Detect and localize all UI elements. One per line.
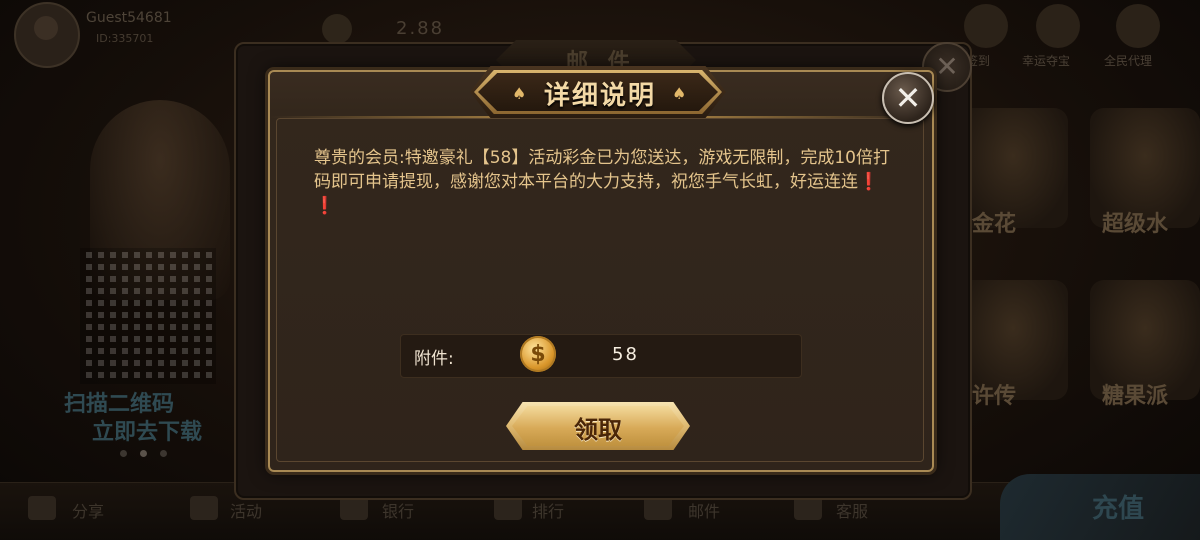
gift-icon[interactable]	[190, 496, 218, 520]
spade-icon: ♠	[512, 84, 527, 103]
calendar-icon	[964, 4, 1008, 48]
gold-coin-icon: $	[520, 336, 556, 372]
guest-name: Guest54681	[86, 10, 172, 26]
share-icon[interactable]	[28, 496, 56, 520]
nav-share[interactable]: 分享	[72, 498, 104, 522]
recharge-label: 充值	[1092, 494, 1145, 524]
download-text: 立即去下载	[92, 420, 203, 445]
balance-value: 2.88	[396, 18, 445, 39]
carousel-dot	[140, 450, 147, 457]
lucky-treasure-label: 幸运夺宝	[1022, 54, 1071, 68]
message-text: 尊贵的会员:特邀豪礼【58】活动彩金已为您送达，游戏无限制，完成10倍打码即可申…	[314, 148, 890, 192]
carousel-dot	[120, 450, 127, 457]
carousel-dot	[160, 450, 167, 457]
nav-mail[interactable]: 邮件	[688, 498, 720, 522]
game-lobby-screen: Guest54681 ID:335701 2.88 签到 幸运夺宝 全民代理 扫…	[0, 0, 1200, 540]
balance-coin-icon	[322, 14, 352, 44]
nav-bank[interactable]: 银行	[382, 498, 414, 522]
agent-crown-icon	[1116, 4, 1160, 48]
nav-ranking[interactable]: 排行	[532, 498, 564, 522]
nav-activity[interactable]: 活动	[230, 498, 262, 522]
dialog-title: 详细说明	[543, 81, 656, 111]
treasure-icon	[1036, 4, 1080, 48]
game-title-shui: 超级水	[1102, 212, 1169, 237]
game-title-candy: 糖果派	[1102, 384, 1169, 409]
carousel-dots	[120, 450, 170, 458]
close-icon[interactable]: ✕	[882, 72, 934, 124]
nav-support[interactable]: 客服	[836, 498, 868, 522]
claim-button-label[interactable]: 领取	[506, 410, 690, 445]
attachment-amount: 58	[612, 344, 639, 365]
player-avatar	[14, 2, 80, 68]
attachment-label: 附件:	[414, 349, 454, 369]
attachment-row	[400, 334, 802, 378]
qr-code	[80, 248, 216, 384]
game-title-xuchuan: 许传	[972, 384, 1017, 409]
agent-label: 全民代理	[1104, 54, 1153, 68]
guest-id: ID:335701	[96, 32, 154, 45]
game-title-jinhua: 金花	[972, 212, 1017, 237]
spade-icon: ♠	[672, 84, 687, 103]
message-body: 尊贵的会员:特邀豪礼【58】活动彩金已为您送达，游戏无限制，完成10倍打码即可申…	[314, 146, 894, 218]
